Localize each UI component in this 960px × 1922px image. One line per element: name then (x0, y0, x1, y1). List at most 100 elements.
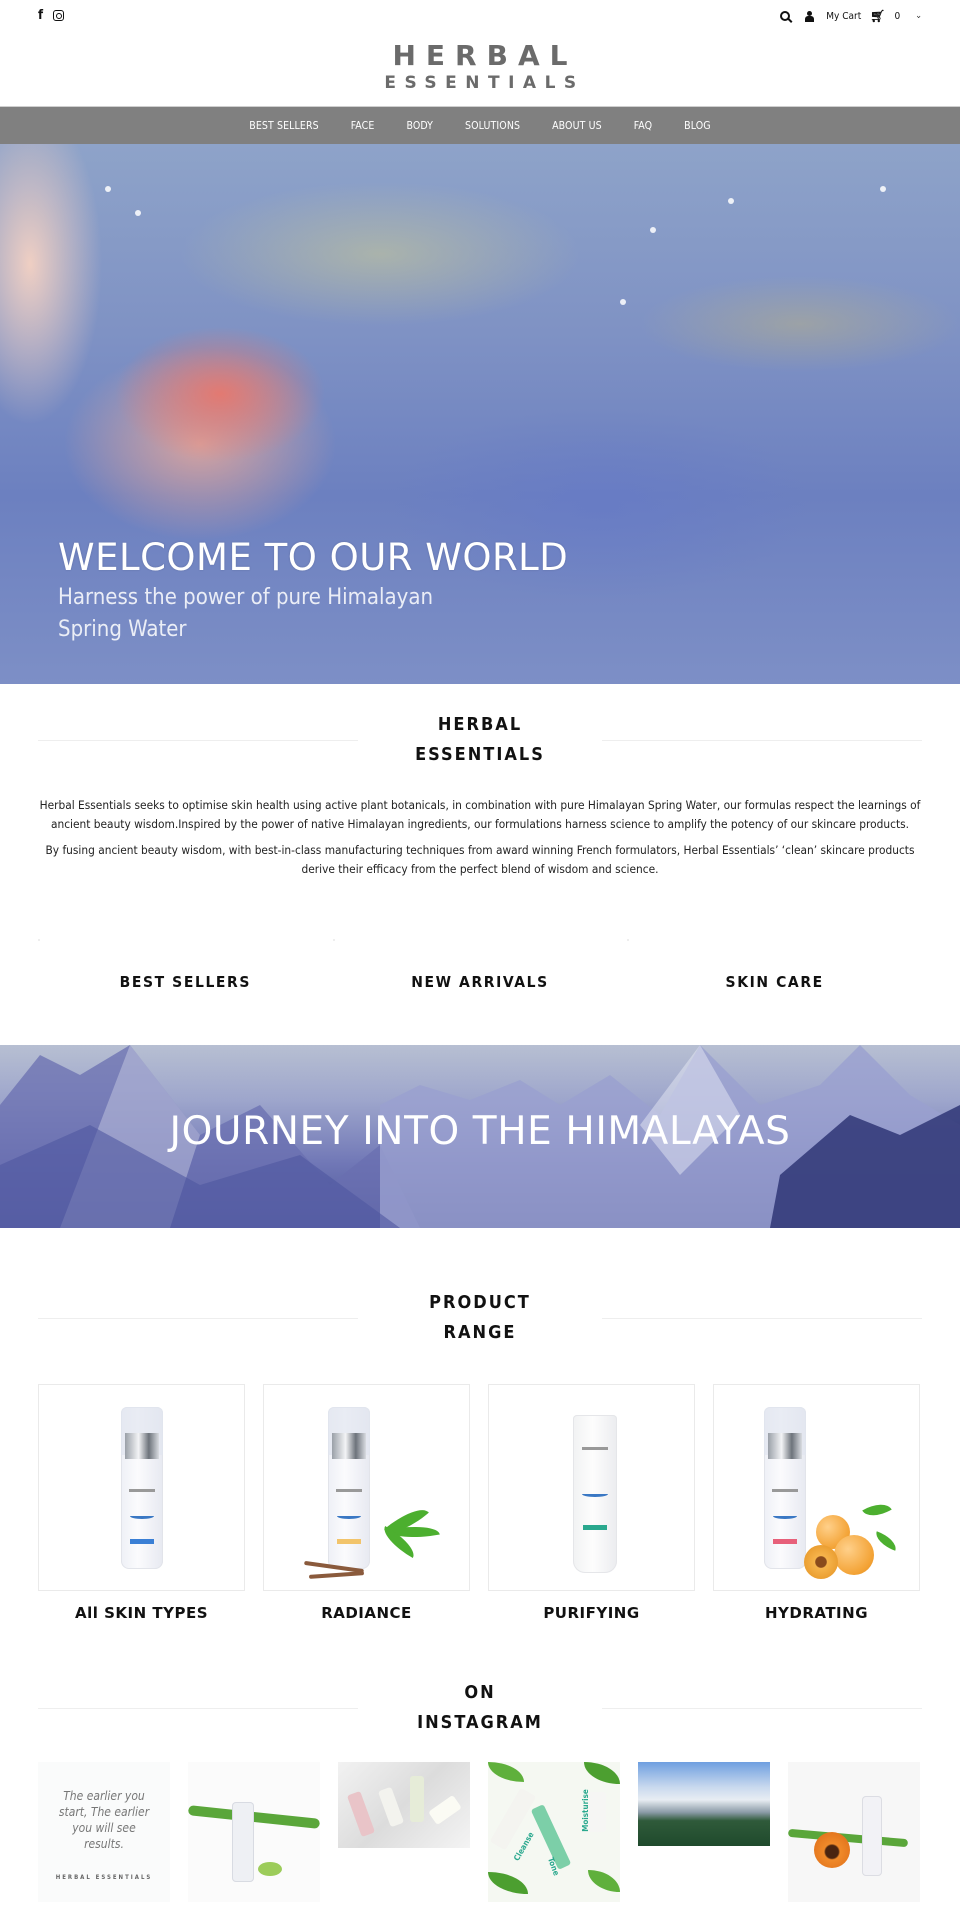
product-tag (583, 1525, 607, 1530)
product-image[interactable] (38, 1384, 245, 1591)
apricot-leaf (872, 1531, 900, 1551)
product-name[interactable]: HYDRATING (713, 1604, 920, 1622)
utility-nav: My Cart 🛒︎ 0 ⌄ (780, 9, 922, 23)
heading-line-2: ESSENTIALS (415, 744, 545, 765)
apricot-leaf (862, 1497, 892, 1523)
main-nav: BEST SELLERS FACE BODY SOLUTIONS ABOUT U… (0, 106, 960, 144)
water-sparkle (620, 299, 626, 305)
collection-best-sellers[interactable]: BEST SELLERS (38, 939, 333, 1039)
my-cart-link[interactable]: My Cart (826, 11, 861, 22)
leaf (584, 1762, 620, 1784)
product-range-section: PRODUCT RANGE All SKIN TYPES RADIANCE PU… (0, 1228, 960, 1622)
face-wash-tube-image (573, 1415, 617, 1573)
leaf (488, 1762, 524, 1782)
leaf (488, 1872, 528, 1894)
nav-item-about-us[interactable]: ABOUT US (536, 120, 618, 132)
apricot-image (834, 1535, 874, 1575)
toner-bottle-image (346, 1790, 376, 1838)
leaf (588, 1870, 620, 1892)
collection-links: BEST SELLERS NEW ARRIVALS SKIN CARE (38, 939, 922, 1039)
collection-skin-care[interactable]: SKIN CARE (627, 939, 922, 1039)
post-label: Moisturise (580, 1789, 590, 1832)
logo-line-1: HERBAL (392, 39, 578, 72)
product-name[interactable]: PURIFYING (488, 1604, 695, 1622)
moisturiser-image (588, 1792, 606, 1832)
instagram-post-himalaya-landscape[interactable] (638, 1762, 770, 1846)
page-bottom-spacer (0, 1902, 960, 1922)
hero-text: WELCOME TO OUR WORLD Harness the power o… (58, 536, 568, 646)
product-card[interactable]: All SKIN TYPES (38, 1384, 245, 1622)
heading-line-2: RANGE (443, 1322, 517, 1343)
section-heading: ON INSTAGRAM (38, 1678, 922, 1738)
product-image[interactable] (713, 1384, 920, 1591)
quote-text: The earlier you start, The earlier you w… (58, 1789, 150, 1851)
post-label: Cleanse (512, 1830, 536, 1863)
about-paragraph: By fusing ancient beauty wisdom, with be… (45, 843, 915, 876)
cream-bottle-image (377, 1786, 405, 1828)
himalayas-banner[interactable]: JOURNEY INTO THE HIMALAYAS (0, 1045, 960, 1228)
quote-brand: HERBAL ESSENTIALS (55, 1874, 153, 1881)
account-icon[interactable] (805, 10, 815, 22)
cart-icon[interactable]: 🛒︎ (870, 9, 885, 23)
product-name[interactable]: All SKIN TYPES (38, 1604, 245, 1622)
nav-item-body[interactable]: BODY (390, 120, 449, 132)
heading-line-1: HERBAL (437, 714, 523, 735)
instagram-post-aloe-serum[interactable] (188, 1762, 320, 1902)
facebook-icon[interactable]: f (38, 8, 43, 23)
instagram-icon[interactable] (53, 10, 65, 21)
instagram-post-apricot-serum[interactable] (788, 1762, 920, 1902)
heading-line-1: PRODUCT (429, 1292, 531, 1313)
hero-subtitle: Harness the power of pure Himalayan Spri… (58, 585, 434, 642)
water-sparkle (880, 186, 886, 192)
instagram-section: ON INSTAGRAM The earlier you start, The … (0, 1622, 960, 1902)
product-tag (773, 1539, 797, 1544)
banner-title: JOURNEY INTO THE HIMALAYAS (169, 1109, 791, 1154)
site-logo[interactable]: HERBAL ESSENTIALS (0, 34, 960, 106)
serum-bottle-image (328, 1407, 370, 1569)
top-bar: f My Cart 🛒︎ 0 ⌄ (0, 0, 960, 34)
apricot-half-image (814, 1832, 850, 1868)
serum-bottle-image (764, 1407, 806, 1569)
nav-item-faq[interactable]: FAQ (618, 120, 668, 132)
product-image[interactable] (488, 1384, 695, 1591)
serum-bottle-image (862, 1796, 882, 1876)
heading-line-1: ON (464, 1682, 496, 1703)
nav-item-blog[interactable]: BLOG (668, 120, 727, 132)
water-sparkle (728, 198, 734, 204)
serum-bottle-image (232, 1802, 254, 1882)
about-text: Herbal Essentials seeks to optimise skin… (38, 796, 922, 879)
about-section: HERBAL ESSENTIALS Herbal Essentials seek… (0, 684, 960, 879)
logo-line-2: ESSENTIALS (384, 73, 585, 93)
water-sparkle (105, 186, 111, 192)
cart-count: 0 (894, 10, 901, 22)
section-heading: HERBAL ESSENTIALS (38, 710, 922, 770)
aloe-slice (258, 1862, 282, 1876)
water-sparkle (650, 227, 656, 233)
hero-banner[interactable]: WELCOME TO OUR WORLD Harness the power o… (0, 144, 960, 684)
instagram-post-marble-products[interactable] (338, 1762, 470, 1848)
product-grid: All SKIN TYPES RADIANCE PURIFYING HYDRAT… (38, 1384, 922, 1622)
instagram-post-routine[interactable]: Cleanse Tone Moisturise (488, 1762, 620, 1902)
apricot-half-image (804, 1545, 838, 1579)
nav-item-best-sellers[interactable]: BEST SELLERS (233, 120, 334, 132)
heading-line-2: INSTAGRAM (417, 1712, 543, 1733)
product-name[interactable]: RADIANCE (263, 1604, 470, 1622)
nav-item-solutions[interactable]: SOLUTIONS (449, 120, 536, 132)
product-card[interactable]: HYDRATING (713, 1384, 920, 1622)
nav-item-face[interactable]: FACE (335, 120, 391, 132)
serum-bottle-image (410, 1776, 424, 1822)
social-links: f (38, 8, 65, 23)
water-sparkle (135, 210, 141, 216)
instagram-post-quote[interactable]: The earlier you start, The earlier you w… (38, 1762, 170, 1902)
section-heading: PRODUCT RANGE (38, 1288, 922, 1348)
chevron-down-icon[interactable]: ⌄ (915, 11, 922, 21)
box-image (428, 1794, 462, 1826)
product-card[interactable]: PURIFYING (488, 1384, 695, 1622)
product-tag (130, 1539, 154, 1544)
about-paragraph: Herbal Essentials seeks to optimise skin… (39, 798, 921, 831)
hero-title: WELCOME TO OUR WORLD (58, 536, 569, 579)
search-icon[interactable] (780, 11, 791, 21)
product-card[interactable]: RADIANCE (263, 1384, 470, 1622)
collection-new-arrivals[interactable]: NEW ARRIVALS (332, 939, 628, 1039)
product-image[interactable] (263, 1384, 470, 1591)
